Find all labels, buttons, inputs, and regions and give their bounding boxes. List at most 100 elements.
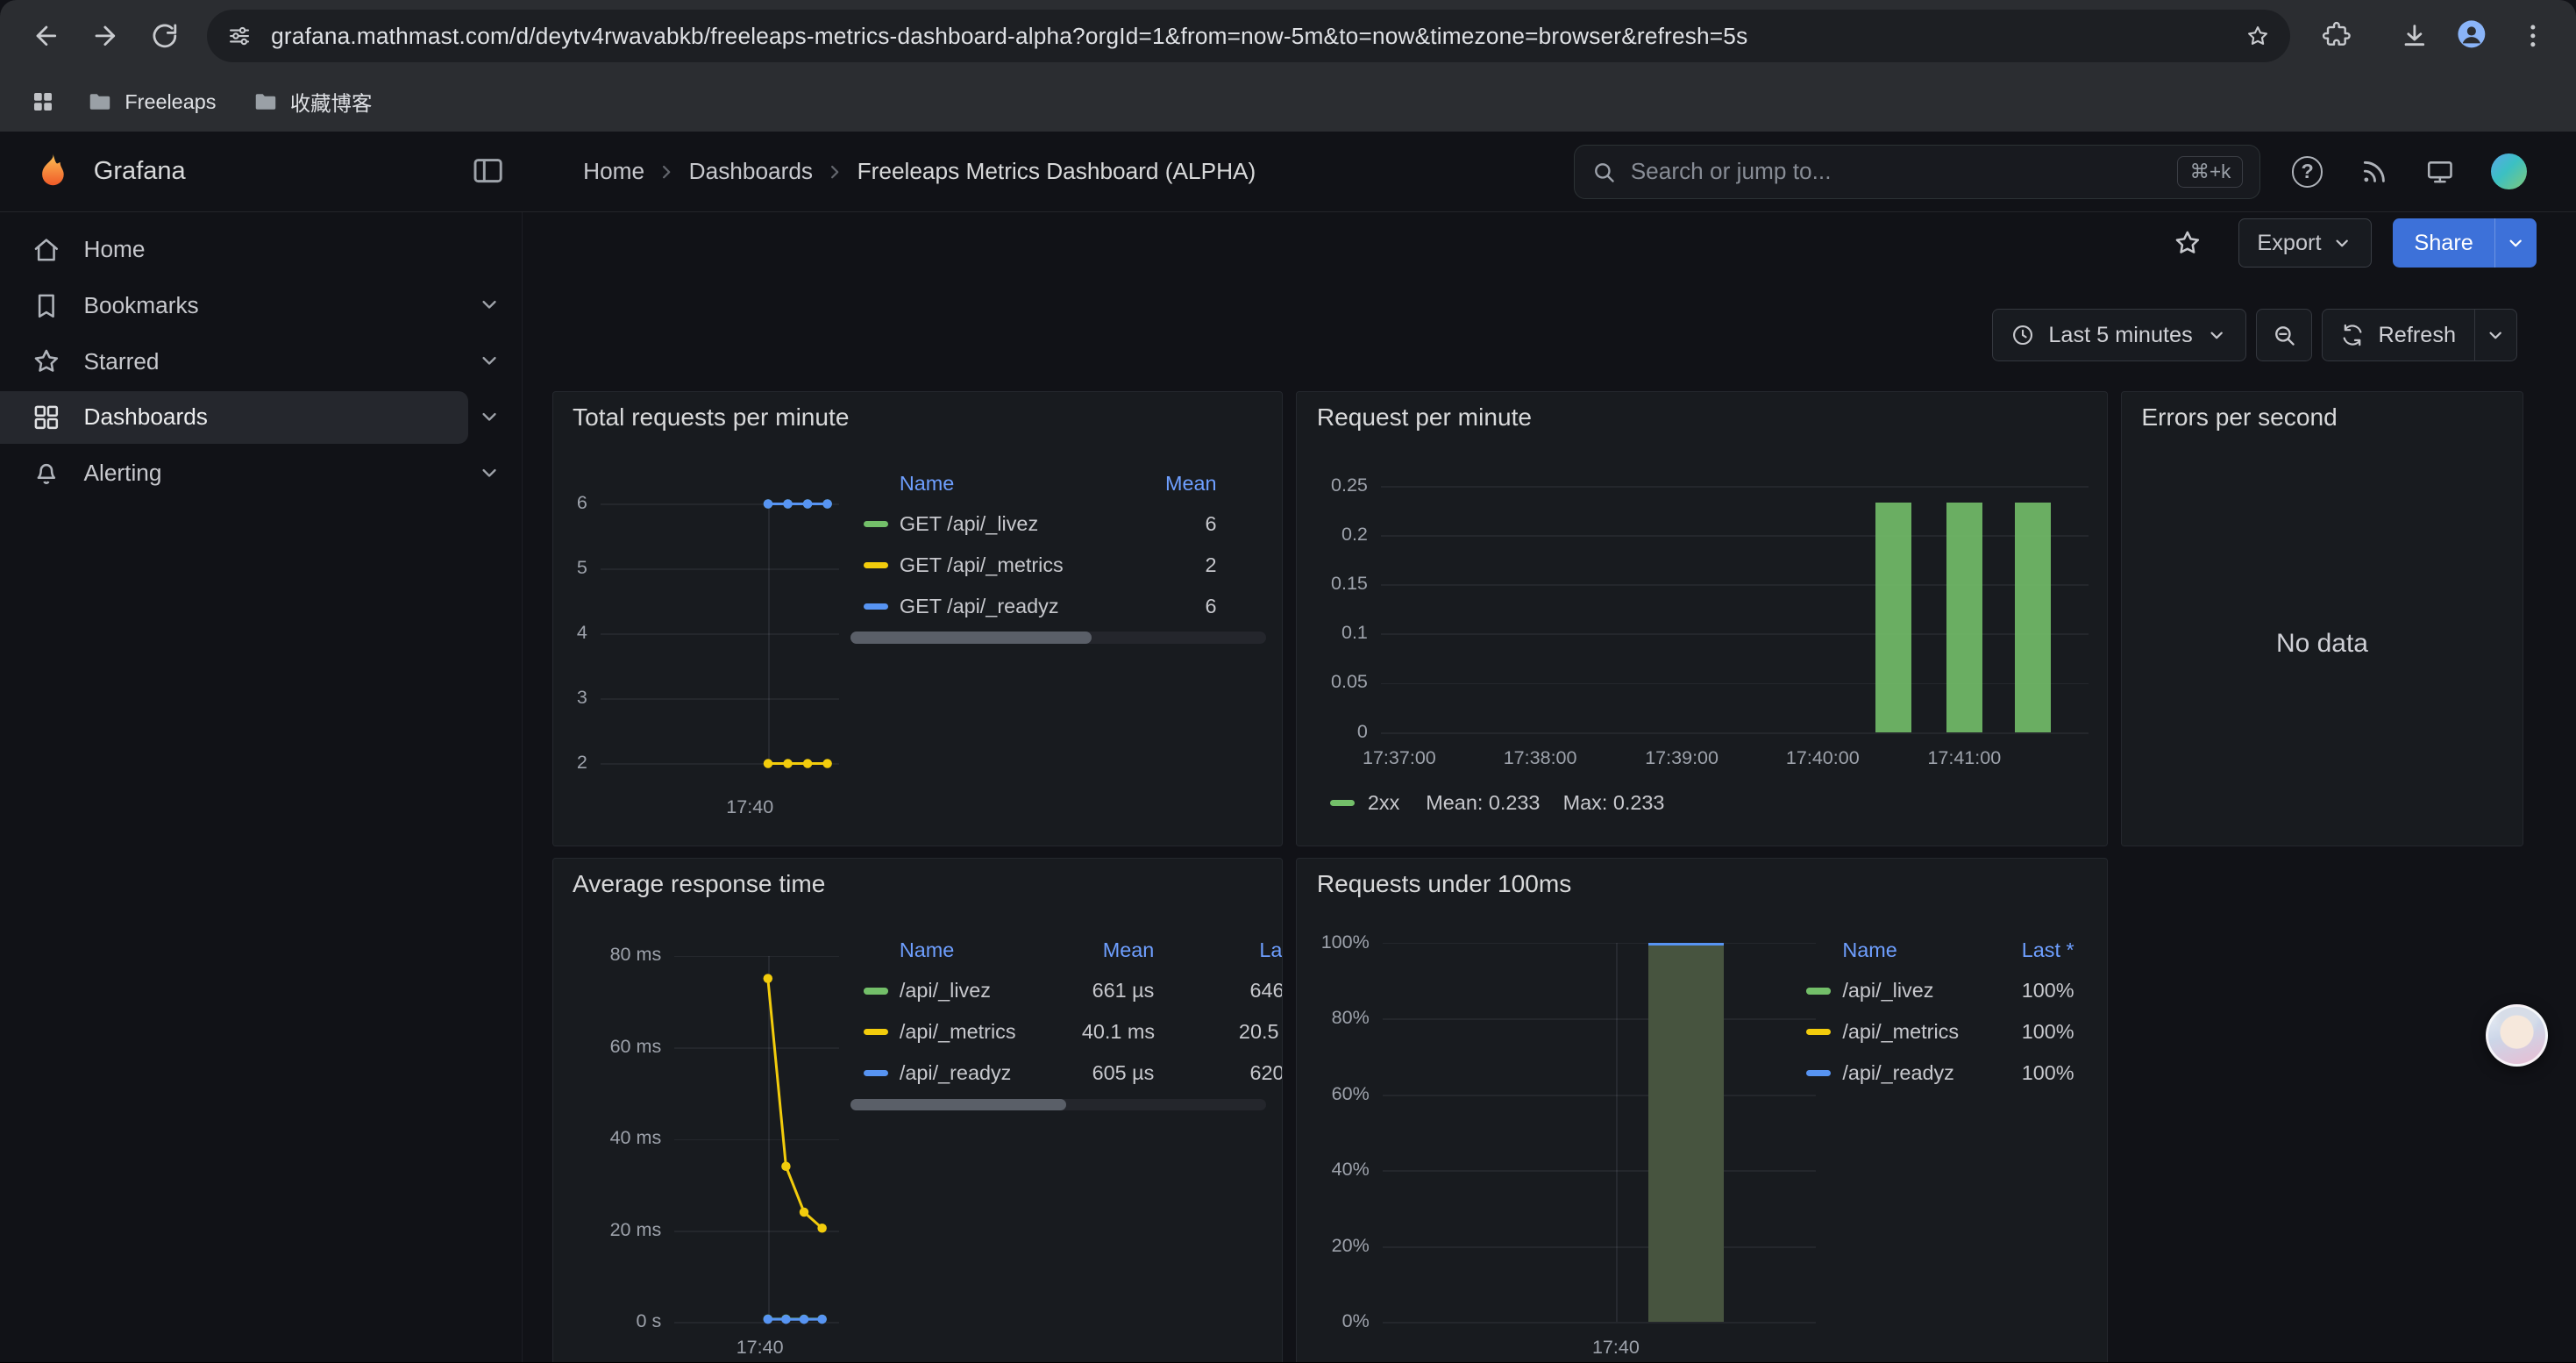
legend-scrollbar[interactable]	[850, 1099, 1266, 1110]
panel-title[interactable]: Request per minute	[1317, 403, 1532, 432]
series-swatch	[864, 521, 888, 527]
y-axis-tick: 0.25	[1297, 475, 1368, 496]
scrollbar-thumb[interactable]	[850, 1099, 1066, 1110]
refresh-icon	[2340, 323, 2365, 347]
series-swatch	[864, 603, 888, 610]
y-axis-tick: 0.15	[1297, 573, 1368, 595]
series-name[interactable]: 2xx	[1368, 791, 1399, 815]
legend-row[interactable]: /api/_metrics 40.1 ms 20.5 ms	[850, 1011, 1284, 1053]
brand-name: Grafana	[94, 132, 186, 212]
bookmark-icon	[32, 291, 61, 321]
refresh-button[interactable]: Refresh	[2323, 310, 2474, 360]
bell-icon	[32, 459, 61, 489]
legend-row[interactable]: GET /api/_metrics 2	[850, 545, 1266, 586]
news-rss-icon[interactable]	[2359, 157, 2389, 187]
legend-header-last[interactable]: Last *	[1154, 938, 1283, 962]
panel-title[interactable]: Errors per second	[2141, 403, 2337, 432]
apps-grid-icon[interactable]	[19, 79, 65, 125]
monitor-icon[interactable]	[2425, 157, 2455, 187]
y-axis-tick: 20%	[1297, 1235, 1369, 1257]
panel-title[interactable]: Average response time	[573, 870, 825, 898]
sidebar-item-alerting[interactable]: Alerting	[0, 446, 522, 502]
share-button[interactable]: Share	[2393, 218, 2537, 268]
series-mean: 40.1 ms	[1016, 1020, 1156, 1044]
sidebar-item-home[interactable]: Home	[0, 222, 522, 278]
legend-row[interactable]: /api/_livez 100%	[1793, 970, 2074, 1011]
bookmark-star-icon[interactable]	[2245, 24, 2270, 48]
chevron-down-icon[interactable]	[477, 292, 502, 317]
y-axis-tick: 5	[553, 557, 587, 579]
legend-header-name[interactable]: Name	[850, 472, 1118, 496]
search-input[interactable]	[1631, 158, 2178, 185]
refresh-interval-caret[interactable]	[2474, 310, 2516, 360]
help-icon[interactable]: ?	[2292, 156, 2323, 188]
browser-menu-icon[interactable]	[2504, 6, 2563, 65]
bookmark-folder-freeleaps[interactable]: Freeleaps	[72, 82, 231, 122]
x-axis-tick: 17:41:00	[1898, 747, 2030, 769]
legend-header-last[interactable]: Last *	[1975, 938, 2074, 962]
sidebar-item-bookmarks[interactable]: Bookmarks	[0, 278, 522, 334]
series-mean: 2	[1118, 553, 1266, 577]
breadcrumb-home[interactable]: Home	[583, 158, 644, 185]
legend-header-mean[interactable]: Mean	[1118, 472, 1266, 496]
time-range-picker[interactable]: Last 5 minutes	[1992, 309, 2246, 361]
bookmark-label: Freeleaps	[125, 90, 216, 114]
legend-scrollbar[interactable]	[850, 632, 1266, 643]
clock-icon	[2010, 323, 2035, 347]
url-bar[interactable]: grafana.mathmast.com/d/deytv4rwavabkb/fr…	[207, 10, 2290, 62]
url-text: grafana.mathmast.com/d/deytv4rwavabkb/fr…	[271, 23, 2226, 50]
legend-row[interactable]: /api/_livez 661 µs 646 µs	[850, 970, 1284, 1011]
assistant-avatar-widget[interactable]	[2486, 1004, 2548, 1067]
sidebar-item-starred[interactable]: Starred	[0, 333, 522, 389]
share-menu-caret[interactable]	[2494, 218, 2537, 268]
share-label: Share	[2393, 218, 2494, 268]
forward-button[interactable]	[75, 6, 134, 65]
zoom-out-button[interactable]	[2256, 309, 2312, 361]
sidebar-item-label: Bookmarks	[84, 292, 199, 319]
legend-header-name[interactable]: Name	[1793, 938, 1975, 962]
y-axis-tick: 6	[553, 492, 587, 514]
legend-header-name[interactable]: Name	[850, 938, 1014, 962]
downloads-icon[interactable]	[2386, 6, 2444, 65]
series-name: /api/_livez	[1842, 979, 1975, 1003]
favorite-star-icon[interactable]	[2173, 228, 2202, 258]
series-last: 646 µs	[1154, 979, 1283, 1003]
y-axis-tick: 20 ms	[553, 1219, 662, 1241]
back-button[interactable]	[17, 6, 75, 65]
grafana-logo[interactable]	[32, 151, 74, 192]
chart-request-per-minute: 0.250.20.150.10.05017:37:0017:38:0017:39…	[1297, 392, 2107, 846]
bookmark-folder-blogs[interactable]: 收藏博客	[238, 81, 387, 124]
legend-header-mean[interactable]: Mean	[1014, 938, 1154, 962]
scrollbar-thumb[interactable]	[850, 632, 1092, 643]
breadcrumb-dashboards[interactable]: Dashboards	[689, 158, 813, 185]
chevron-down-icon[interactable]	[477, 460, 502, 485]
legend-row[interactable]: GET /api/_readyz 6	[850, 586, 1266, 627]
reload-button[interactable]	[135, 6, 194, 65]
x-axis-tick: 17:39:00	[1616, 747, 1747, 769]
gridline	[1383, 1322, 1817, 1324]
gridline	[1383, 1018, 1817, 1020]
legend-row[interactable]: GET /api/_livez 6	[850, 503, 1266, 545]
dashboard-actions: Export Share	[2173, 218, 2537, 268]
series-mean: Mean: 0.233	[1426, 791, 1540, 815]
dock-menu-icon[interactable]	[470, 153, 506, 189]
chevron-down-icon[interactable]	[477, 348, 502, 373]
panel-title[interactable]: Total requests per minute	[573, 403, 849, 432]
chevron-down-icon[interactable]	[477, 404, 502, 429]
x-axis-tick: 17:40	[684, 796, 815, 818]
sidebar-item-dashboards[interactable]: Dashboards	[0, 389, 522, 446]
panel-title[interactable]: Requests under 100ms	[1317, 870, 1571, 898]
gridline	[1381, 486, 2089, 488]
export-button[interactable]: Export	[2238, 218, 2372, 268]
x-axis-tick: 17:40	[1550, 1337, 1682, 1359]
browser-profile-icon[interactable]	[2444, 6, 2503, 65]
search-bar[interactable]: ⌘+k	[1574, 145, 2260, 199]
user-avatar[interactable]	[2491, 153, 2527, 189]
search-icon	[1591, 160, 1616, 184]
legend-row[interactable]: /api/_metrics 100%	[1793, 1011, 2074, 1053]
site-settings-icon[interactable]	[227, 24, 252, 48]
extensions-icon[interactable]	[2307, 6, 2366, 65]
legend-row[interactable]: /api/_readyz 605 µs 620 µs	[850, 1053, 1284, 1094]
legend-row[interactable]: /api/_readyz 100%	[1793, 1053, 2074, 1094]
x-axis-tick: 17:40:00	[1757, 747, 1889, 769]
